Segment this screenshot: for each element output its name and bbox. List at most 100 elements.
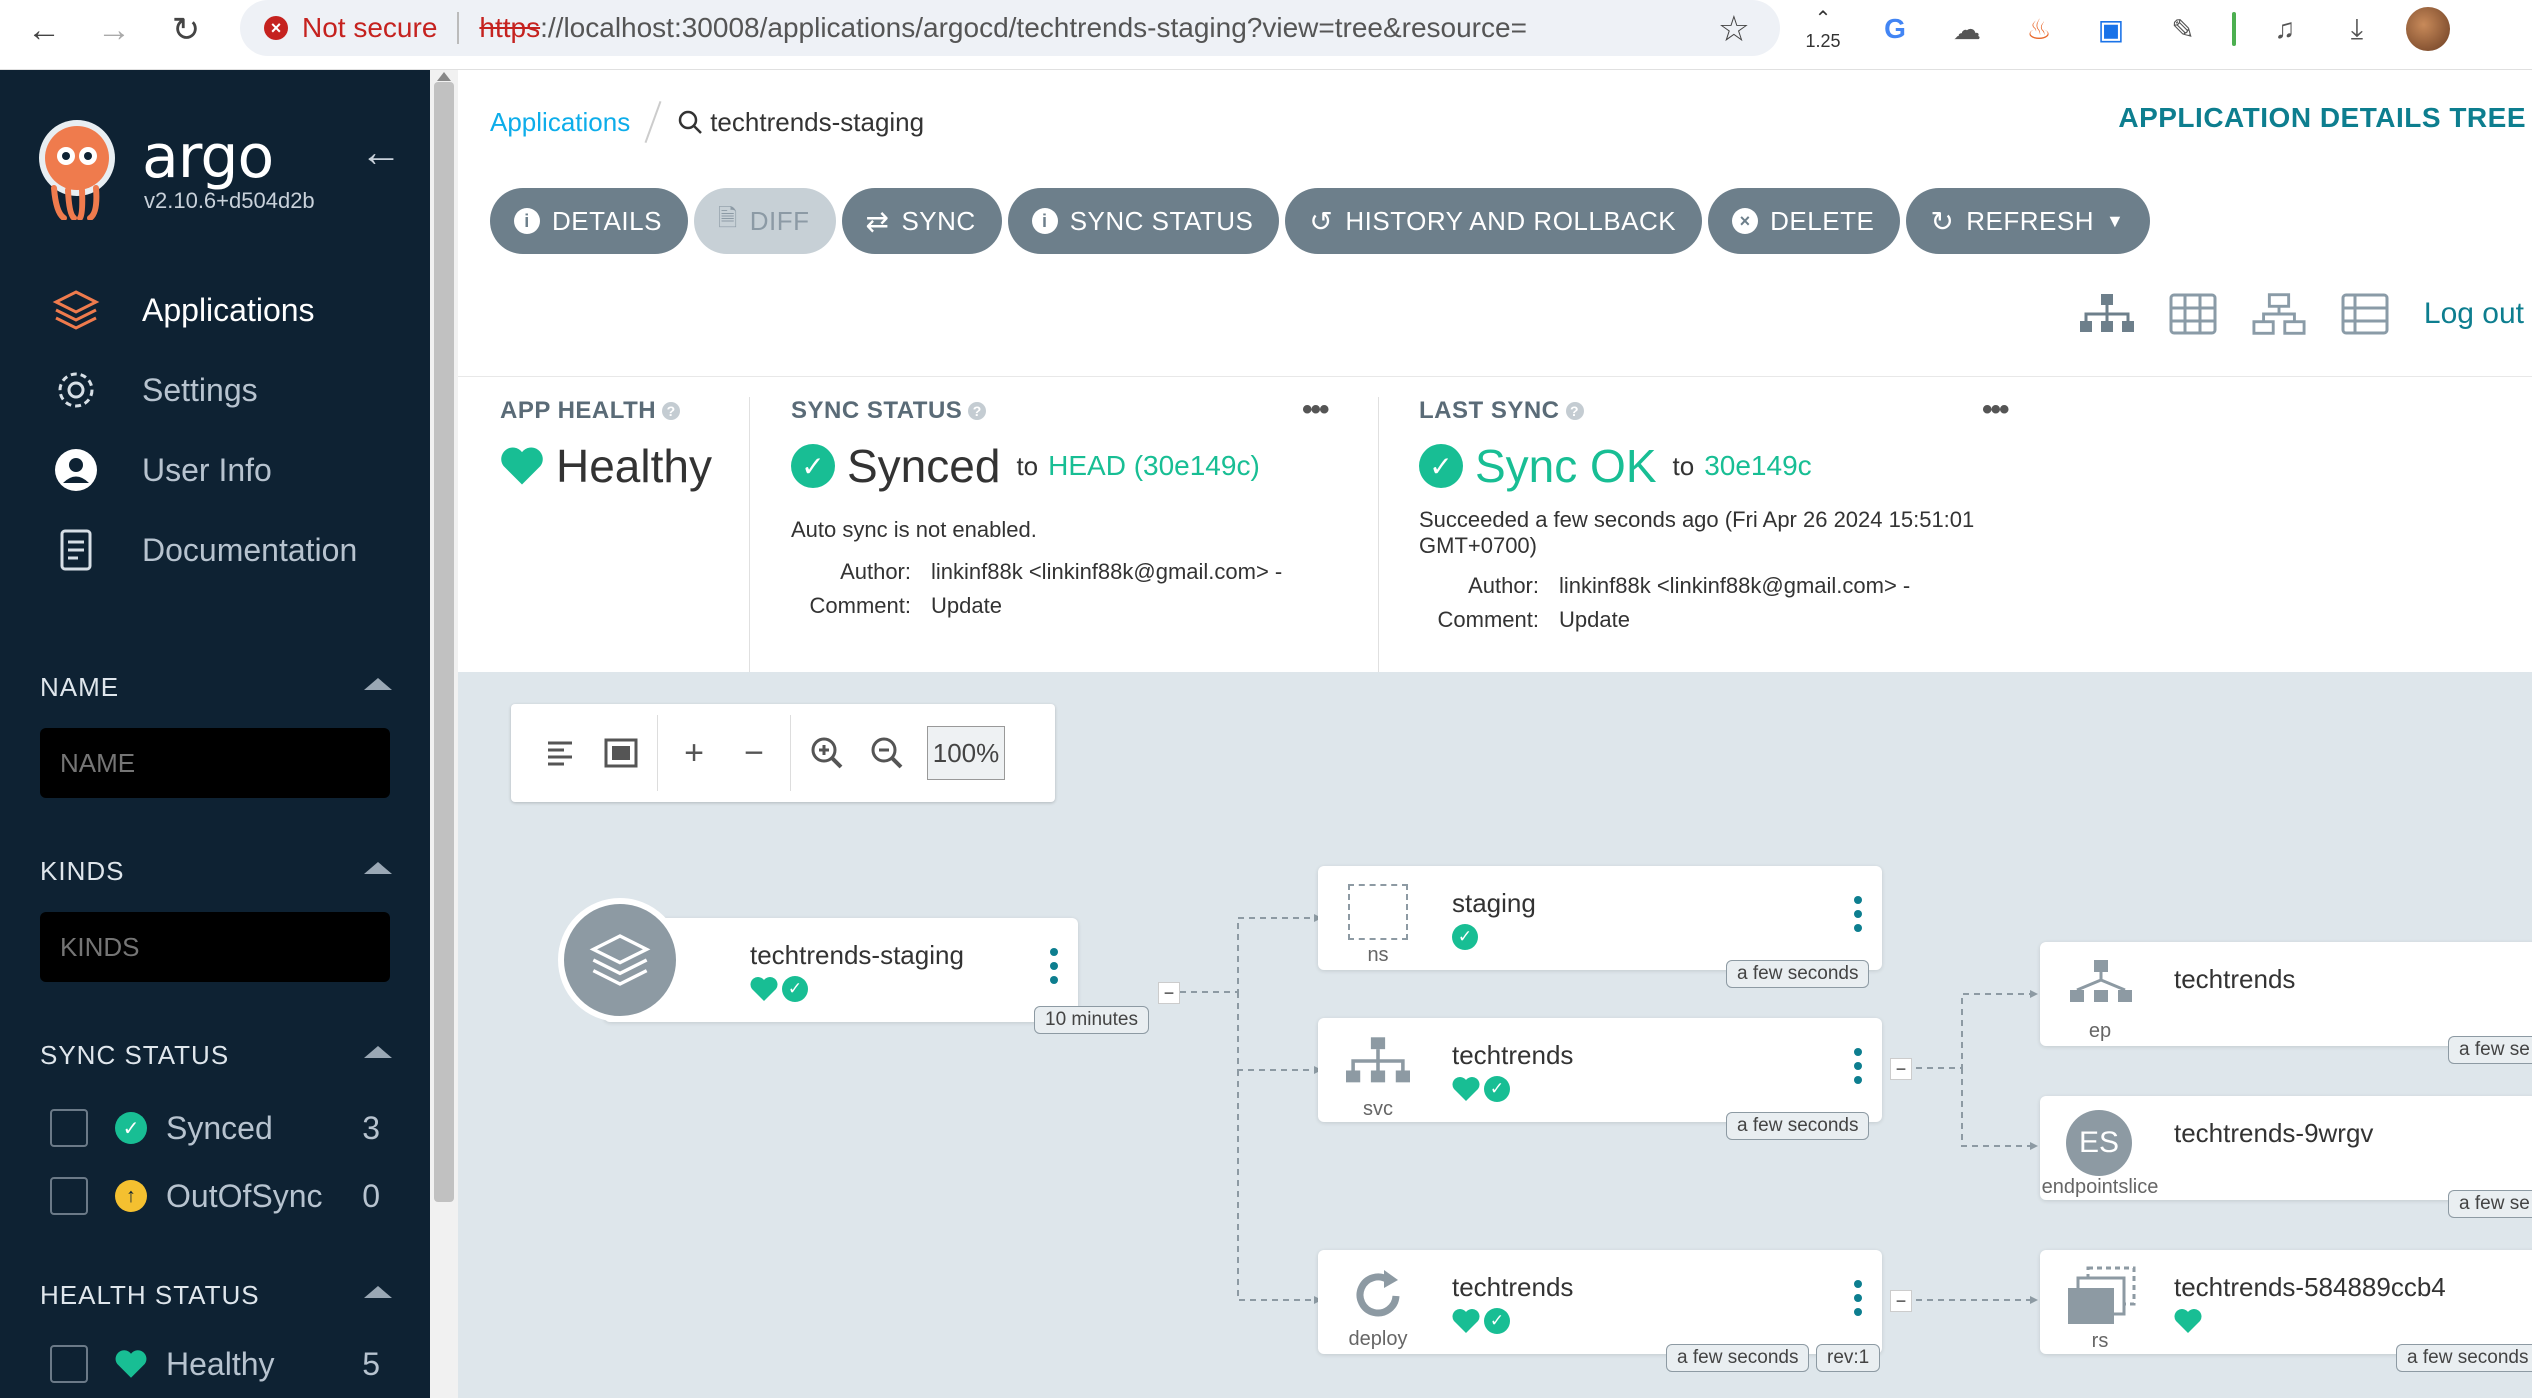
kinds-filter-collapse-icon[interactable] [364,862,392,874]
help-icon[interactable]: ? [968,402,987,420]
forward-icon[interactable]: → [90,6,138,54]
help-icon[interactable]: ? [1565,402,1584,420]
history-rollback-button[interactable]: ↺ HISTORY AND ROLLBACK [1285,188,1703,254]
breadcrumb-current[interactable]: techtrends-staging [676,107,924,138]
sync-status-label-text: SYNC STATUS [791,397,963,424]
sidebar-item-settings[interactable]: Settings [0,350,430,430]
reload-icon[interactable]: ↻ [162,6,210,54]
zoom-indicator[interactable]: ⌃ 1.25 [1800,6,1846,52]
profile-avatar[interactable] [2406,7,2450,51]
breadcrumb-applications-link[interactable]: Applications [490,107,630,138]
kinds-filter-input[interactable] [40,912,390,982]
ns-node[interactable]: ns staging ✓ [1318,866,1882,970]
sidebar-item-label: Applications [142,291,315,328]
cloud-icon[interactable]: ☁ [1944,6,1990,52]
health-status-collapse-icon[interactable] [364,1286,392,1298]
node-age: a few seconds [2396,1344,2532,1372]
deploy-node[interactable]: deploy techtrends ✓ [1318,1250,1882,1354]
sync-status-collapse-icon[interactable] [364,1046,392,1058]
back-icon[interactable]: ← [20,6,68,54]
sync-revision-link[interactable]: HEAD (30e149c) [1048,450,1260,482]
node-menu-icon[interactable] [1050,948,1058,984]
download-icon[interactable]: ⤓ [2334,6,2380,52]
name-filter-collapse-icon[interactable] [364,678,392,690]
collapse-toggle[interactable]: − [1158,982,1180,1004]
book-icon [52,526,100,574]
filter-synced[interactable]: ✓ Synced 3 [50,1104,390,1152]
url-text[interactable]: https://localhost:30008/applications/arg… [479,12,1527,44]
node-menu-icon[interactable] [1854,1280,1862,1316]
filter-healthy[interactable]: Healthy 5 [50,1340,390,1388]
bookmark-star-icon[interactable]: ☆ [1718,8,1750,50]
scroll-up-icon[interactable] [437,72,451,81]
filter-outofsync[interactable]: ↑ OutOfSync 0 [50,1172,390,1220]
app-health-value-row: Healthy [500,439,720,493]
search-icon [678,110,703,134]
not-secure-indicator[interactable]: × Not secure [264,12,437,44]
extension-t-icon[interactable]: ▣ [2088,6,2134,52]
checkbox[interactable] [50,1177,88,1215]
node-kind: rs [2091,1330,2109,1352]
collapse-sidebar-icon[interactable]: ← [360,128,402,176]
sync-label: SYNC [901,205,976,236]
refresh-button[interactable]: ↻ REFRESH ▼ [1906,188,2151,254]
node-age: a few seconds [1726,960,1870,988]
filter-count: 3 [362,1109,380,1146]
name-filter-input[interactable] [40,728,390,798]
ep-node[interactable]: ep techtrends [2040,942,2532,1046]
node-menu-icon[interactable] [1854,1048,1862,1084]
url-scheme: https [479,12,541,43]
node-age: a few seconds [1666,1344,1810,1372]
delete-button[interactable]: × DELETE [1708,188,1901,254]
collapse-toggle[interactable]: − [1890,1058,1912,1080]
delete-label: DELETE [1770,205,1875,236]
help-icon[interactable]: ? [662,402,681,420]
heart-icon [750,977,778,1001]
sync-button[interactable]: ⇄ SYNC [841,188,1002,254]
gear-icon [52,366,100,414]
node-age: a few se [2448,1190,2532,1218]
last-sync-revision-link[interactable]: 30e149c [1704,450,1811,482]
grid-view-icon[interactable] [2166,292,2220,336]
sidebar: argo v2.10.6+d504d2b ← Applications Sett… [0,70,430,1398]
check-circle-icon: ✓ [1484,1308,1510,1334]
author-value: linkinf88k <linkinf88k@gmail.com> - [1559,573,1911,598]
sidebar-item-documentation[interactable]: Documentation [0,510,430,590]
last-sync-section: LAST SYNC? ✓ Sync OK to 30e149c Succeede… [1419,397,2039,657]
endpointslice-node[interactable]: ES endpointslice techtrends-9wrgv [2040,1096,2532,1200]
address-bar[interactable]: × Not secure https://localhost:30008/app… [240,0,1780,56]
collapse-toggle[interactable]: − [1890,1290,1912,1312]
diff-label: DIFF [749,205,810,236]
endpointslice-icon: ES [2066,1110,2132,1176]
sidebar-item-applications[interactable]: Applications [0,270,430,350]
argo-logo[interactable]: argo v2.10.6+d504d2b [36,118,315,225]
diff-button[interactable]: 🗎 DIFF [693,188,836,254]
checkbox[interactable] [50,1109,88,1147]
check-circle-icon: ✓ [782,976,808,1002]
tree-view-icon[interactable] [2079,292,2134,336]
scrollbar-thumb[interactable] [434,82,454,1202]
media-icon[interactable]: ♫ [2262,6,2308,52]
sync-status-more-icon[interactable]: ••• [1302,393,1329,427]
sidebar-scrollbar[interactable] [430,70,458,1398]
resource-tree-graph[interactable]: + − 100% techtrends-staging ✓ 10 minutes… [458,672,2532,1398]
fire-icon[interactable]: ♨ [2016,6,2062,52]
node-name: techtrends [1452,1040,1574,1070]
node-age: a few seconds [1726,1112,1870,1140]
app-health-section: APP HEALTH? Healthy [500,397,720,657]
sidebar-item-user-info[interactable]: User Info [0,430,430,510]
last-sync-more-icon[interactable]: ••• [1982,393,2009,427]
rs-node[interactable]: rs techtrends-584889ccb4 [2040,1250,2532,1354]
sync-status-button[interactable]: i SYNC STATUS [1007,188,1280,254]
logo-text: argo [142,122,274,192]
url-divider [457,12,460,44]
checkbox[interactable] [50,1345,88,1383]
logout-link[interactable]: Log out [2424,297,2524,331]
node-menu-icon[interactable] [1854,896,1862,932]
details-button[interactable]: i DETAILS [490,188,688,254]
list-view-icon[interactable] [2338,292,2392,336]
svc-node[interactable]: svc techtrends ✓ [1318,1018,1882,1122]
translate-icon[interactable]: G [1872,6,1918,52]
puzzle-icon[interactable]: ✎ [2160,6,2206,52]
network-view-icon[interactable] [2252,292,2306,336]
